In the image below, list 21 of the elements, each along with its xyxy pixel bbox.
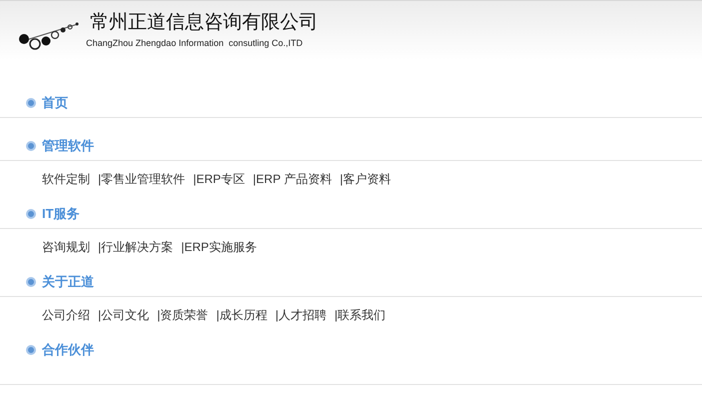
nav-link[interactable]: |ERP专区 <box>193 170 245 188</box>
nav-link[interactable]: |ERP 产品资料 <box>252 170 332 188</box>
company-english-name: ChangZhou Zhengdao Information consutling Co.,ITD <box>86 36 304 50</box>
bullet-icon <box>26 140 36 150</box>
bullet-icon <box>26 208 36 218</box>
nav-link[interactable]: |零售业管理软件 <box>98 170 186 188</box>
nav-link[interactable]: 咨询规划 <box>42 238 90 256</box>
nav-link[interactable]: 公司介绍 <box>42 306 90 324</box>
nav-link[interactable]: |资质荣誉 <box>157 306 208 324</box>
nav-link[interactable]: |联系我们 <box>334 306 386 324</box>
nav-link[interactable]: 软件定制 <box>42 170 90 188</box>
nav-link[interactable]: |人才招聘 <box>275 306 326 324</box>
nav-link[interactable]: |公司文化 <box>98 306 150 324</box>
nav-link[interactable]: |ERP实施服务 <box>181 238 257 256</box>
bullet-icon <box>26 345 36 355</box>
bullet-icon <box>26 276 36 286</box>
bullet-icon <box>26 98 36 108</box>
nav-link[interactable]: |行业解决方案 <box>98 238 174 256</box>
nav-link[interactable]: |客户资料 <box>340 170 391 188</box>
company-name: 常州正道信息咨询有限公司 <box>89 12 318 34</box>
nav-link[interactable]: |成长历程 <box>216 306 268 324</box>
